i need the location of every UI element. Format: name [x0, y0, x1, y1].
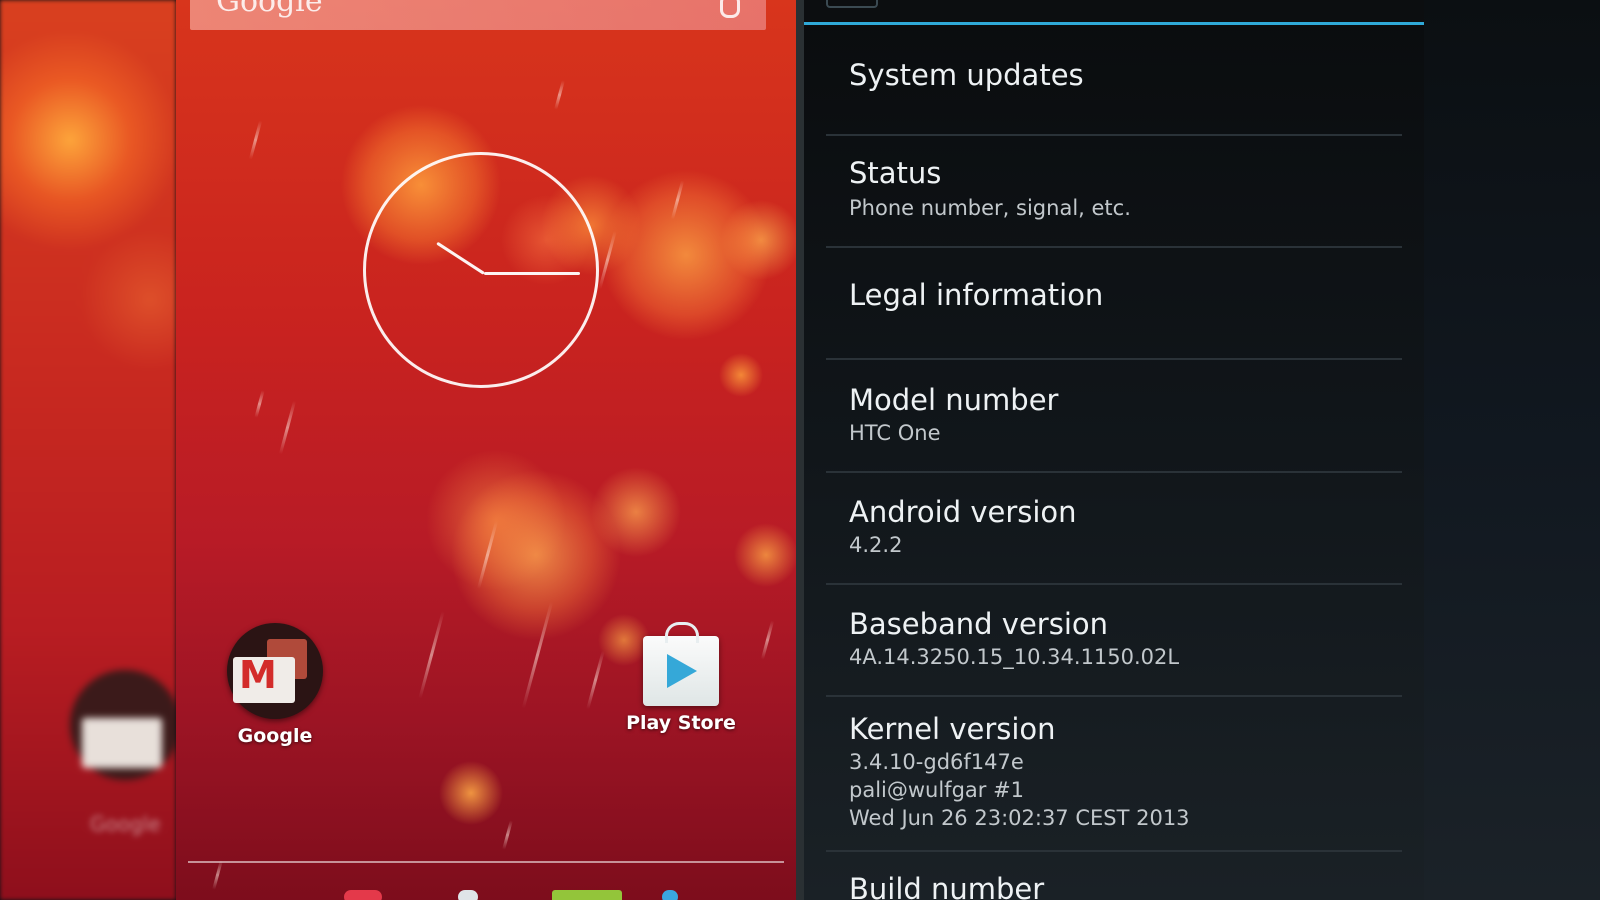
dock-app-icon-partial[interactable] — [344, 890, 382, 900]
settings-item-system-updates[interactable]: System updates — [826, 58, 1402, 136]
ghost-google-app-icon — [70, 670, 176, 780]
about-phone-settings: System updates Status Phone number, sign… — [804, 0, 1424, 900]
google-app-shortcut[interactable]: M Google — [220, 623, 330, 747]
dock-divider — [188, 861, 784, 863]
settings-item-title: Baseband version — [849, 607, 1109, 641]
settings-item-kernel-version[interactable]: Kernel version 3.4.10-gd6f147e pali@wulf… — [826, 712, 1402, 852]
settings-item-build-number[interactable]: Build number — [826, 872, 1402, 900]
settings-app-icon[interactable] — [826, 0, 878, 8]
settings-item-title: System updates — [849, 58, 1084, 92]
settings-item-title: Build number — [849, 872, 1045, 900]
settings-item-title: Android version — [849, 495, 1077, 529]
blurred-previous-screen: Google — [0, 0, 176, 900]
settings-item-subtitle: 4A.14.3250.15_10.34.1150.02L — [849, 645, 1180, 669]
settings-item-subtitle: Phone number, signal, etc. — [849, 196, 1131, 220]
play-store-bag-icon — [643, 622, 719, 706]
google-search-label: Google — [216, 0, 323, 19]
microphone-icon[interactable] — [720, 0, 740, 18]
settings-item-status[interactable]: Status Phone number, signal, etc. — [826, 156, 1402, 248]
home-screen: Google M Google Play Store — [176, 0, 800, 900]
settings-item-subtitle-line-2: pali@wulfgar #1 — [849, 778, 1025, 802]
settings-action-bar — [804, 0, 1424, 25]
settings-item-subtitle: 4.2.2 — [849, 533, 903, 557]
ghost-google-app-label: Google — [90, 812, 161, 836]
settings-item-title: Legal information — [849, 278, 1104, 312]
play-store-app-shortcut[interactable]: Play Store — [626, 622, 736, 734]
settings-item-title: Model number — [849, 383, 1059, 417]
settings-item-title: Status — [849, 156, 942, 190]
settings-item-subtitle: HTC One — [849, 421, 941, 445]
google-folder-icon: M — [227, 623, 323, 719]
settings-item-title: Kernel version — [849, 712, 1056, 746]
panel-divider — [796, 0, 804, 900]
settings-item-subtitle-line-3: Wed Jun 26 23:02:37 CEST 2013 — [849, 806, 1190, 830]
right-background — [1424, 0, 1600, 900]
google-search-bar[interactable]: Google — [190, 0, 766, 30]
dock-app-icon-partial[interactable] — [662, 890, 678, 900]
dock-app-icon-partial[interactable] — [458, 890, 478, 900]
settings-item-legal-information[interactable]: Legal information — [826, 278, 1402, 360]
analog-clock-widget[interactable] — [363, 152, 599, 388]
settings-item-baseband-version[interactable]: Baseband version 4A.14.3250.15_10.34.115… — [826, 607, 1402, 697]
settings-item-android-version[interactable]: Android version 4.2.2 — [826, 495, 1402, 585]
play-store-app-label: Play Store — [626, 712, 736, 734]
clock-hour-hand — [436, 241, 485, 275]
settings-item-subtitle-line-1: 3.4.10-gd6f147e — [849, 750, 1024, 774]
dock-app-icon-partial[interactable] — [552, 890, 622, 900]
google-app-label: Google — [237, 725, 313, 747]
clock-minute-hand — [484, 272, 580, 275]
settings-item-model-number[interactable]: Model number HTC One — [826, 383, 1402, 473]
